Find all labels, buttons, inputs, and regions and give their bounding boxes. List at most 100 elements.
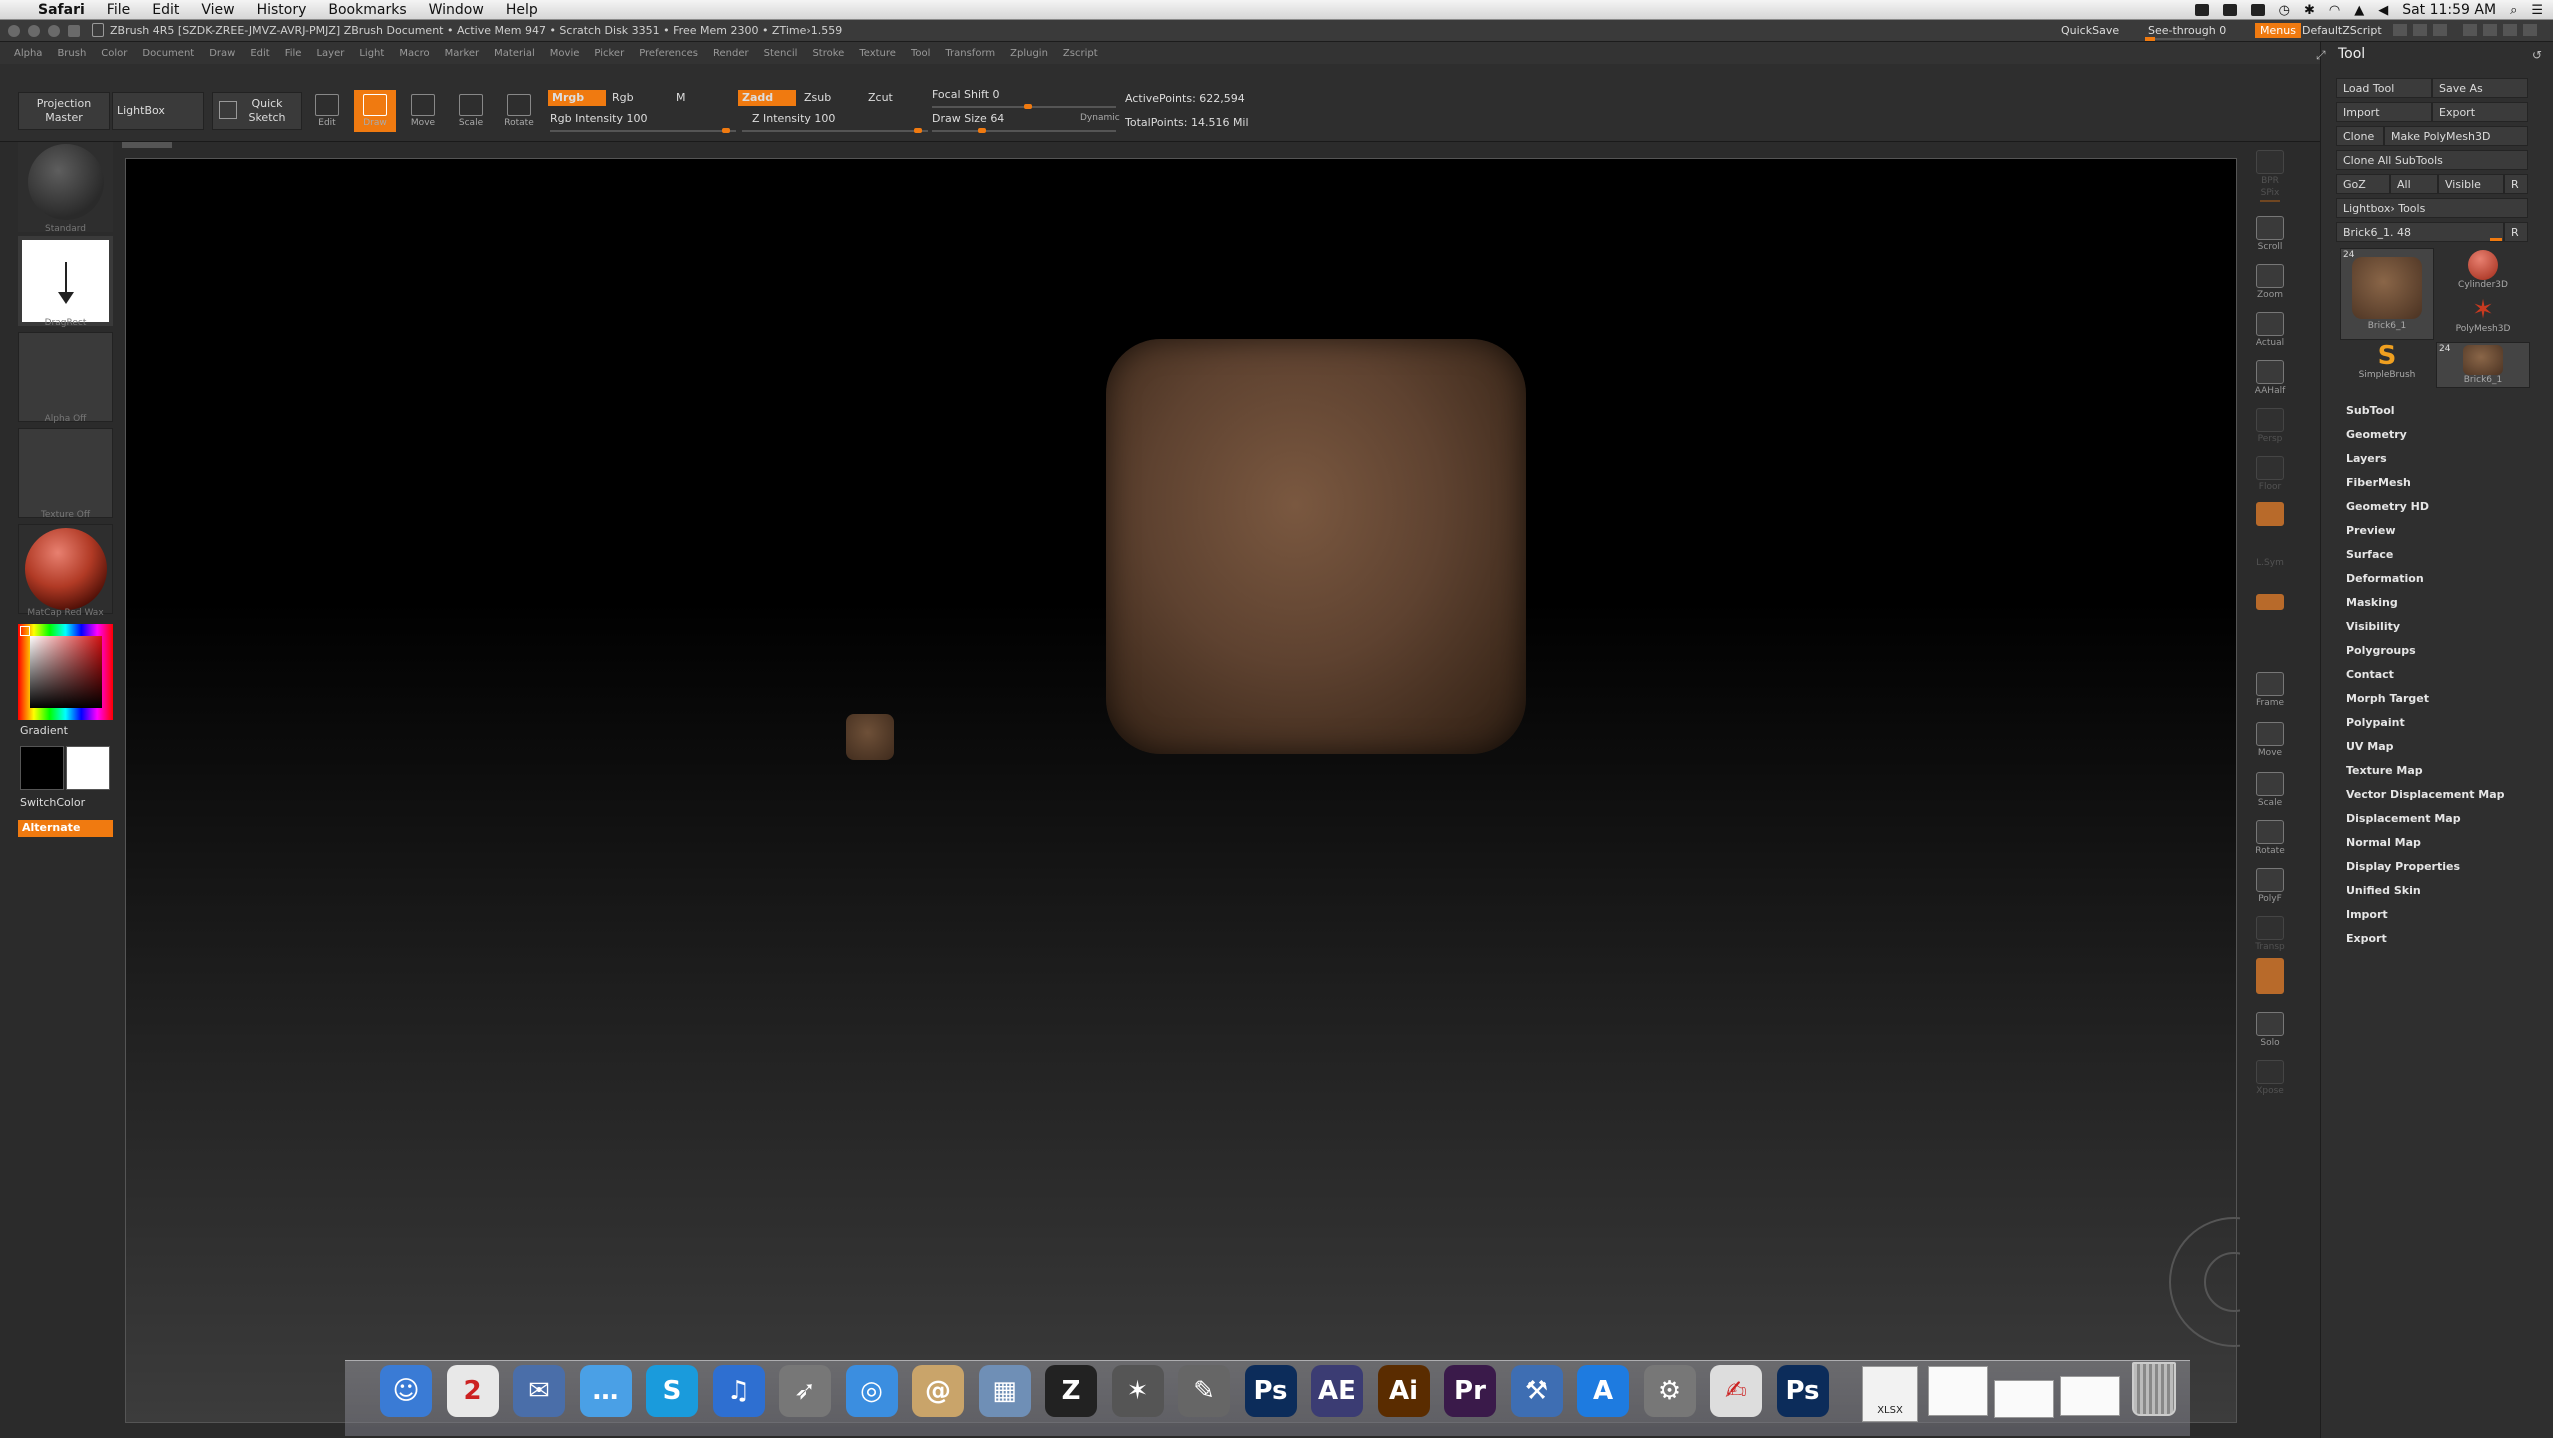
zmenu-marker[interactable]: Marker — [445, 48, 480, 59]
zoom-button[interactable]: Zoom — [2250, 262, 2290, 304]
dock-premiere-icon[interactable]: Pr — [1444, 1365, 1496, 1417]
tool-thumb-brick[interactable]: 24 Brick6_1 — [2340, 248, 2434, 340]
rgb-intensity-knob[interactable] — [722, 128, 730, 133]
focal-shift-track[interactable] — [932, 104, 1116, 109]
zmenu-picker[interactable]: Picker — [594, 48, 624, 59]
palette-close-icon[interactable]: ↺ — [2532, 48, 2542, 62]
frame-button[interactable]: Frame — [2250, 670, 2290, 712]
scale-tool-button[interactable]: Scale — [450, 90, 492, 132]
dock-textedit-icon[interactable]: ✍ — [1710, 1365, 1762, 1417]
section-surface[interactable]: Surface — [2346, 548, 2393, 561]
brick-mesh[interactable] — [1106, 339, 1526, 754]
dock-ical-icon[interactable]: 2 — [446, 1365, 499, 1417]
window-icon[interactable] — [2503, 24, 2517, 36]
section-fibermesh[interactable]: FiberMesh — [2346, 476, 2411, 489]
xyz-button[interactable] — [2250, 592, 2290, 614]
layout-icon[interactable] — [2413, 24, 2427, 36]
dock-messages-icon[interactable]: … — [579, 1365, 632, 1417]
menu-bookmarks[interactable]: Bookmarks — [328, 2, 406, 18]
scale-view-button[interactable]: Scale — [2250, 770, 2290, 812]
goz-all-button[interactable]: All — [2390, 174, 2438, 194]
dock-zbrush-icon[interactable]: Z — [1045, 1365, 1097, 1417]
quicksave-button[interactable]: QuickSave — [2055, 22, 2125, 39]
section-displacement-map[interactable]: Displacement Map — [2346, 812, 2461, 825]
wifi-icon[interactable]: ◠ — [2329, 3, 2340, 18]
dock-document[interactable] — [1994, 1380, 2054, 1418]
draw-size-knob[interactable] — [978, 128, 986, 133]
menus-button[interactable]: Menus — [2255, 23, 2301, 38]
section-morph-target[interactable]: Morph Target — [2346, 692, 2429, 705]
default-zscript-button[interactable]: DefaultZScript — [2296, 22, 2388, 39]
dock-document-xlsx[interactable]: XLSX — [1862, 1366, 1918, 1422]
tool-palette-title[interactable]: Tool — [2338, 46, 2365, 62]
ghost-button[interactable] — [2250, 956, 2290, 998]
zmenu-document[interactable]: Document — [142, 48, 194, 59]
dock-preview-icon[interactable]: ▦ — [978, 1365, 1031, 1417]
tool-thumb-polymesh[interactable]: ✶ PolyMesh3D — [2436, 296, 2530, 340]
z-intensity-slider[interactable]: Z Intensity 100 — [752, 112, 835, 125]
spix-slider[interactable]: SPix — [2250, 188, 2290, 210]
see-through-track[interactable] — [2145, 37, 2205, 41]
pin-icon[interactable]: ⤢ — [2316, 48, 2326, 63]
rotate-tool-button[interactable]: Rotate — [498, 90, 540, 132]
color-square[interactable] — [30, 636, 102, 708]
mrgb-button[interactable]: Mrgb — [548, 90, 606, 106]
zmenu-render[interactable]: Render — [713, 48, 749, 59]
bpr-button[interactable]: BPR — [2250, 148, 2290, 190]
dynamic-toggle[interactable]: Dynamic — [1080, 113, 1120, 123]
floor-button[interactable]: Floor — [2250, 454, 2290, 496]
rgb-button[interactable]: Rgb — [612, 91, 634, 104]
zmenu-brush[interactable]: Brush — [57, 48, 86, 59]
section-geometry-hd[interactable]: Geometry HD — [2346, 500, 2429, 513]
tray-icon[interactable] — [2194, 4, 2209, 16]
menu-edit[interactable]: Edit — [152, 2, 179, 18]
section-masking[interactable]: Masking — [2346, 596, 2398, 609]
dock-itunes-icon[interactable]: ♫ — [712, 1365, 765, 1417]
section-display-properties[interactable]: Display Properties — [2346, 860, 2460, 873]
dock-brush-app-icon[interactable]: ✎ — [1178, 1365, 1230, 1417]
zmenu-edit[interactable]: Edit — [250, 48, 269, 59]
layout-icon[interactable] — [2393, 24, 2407, 36]
tool-thumb-cylinder[interactable]: Cylinder3D — [2436, 248, 2530, 294]
time-machine-icon[interactable]: ◷ — [2279, 3, 2290, 18]
menu-window[interactable]: Window — [429, 2, 484, 18]
z-intensity-knob[interactable] — [914, 128, 922, 133]
layout-icon[interactable] — [68, 25, 80, 37]
zmenu-macro[interactable]: Macro — [399, 48, 429, 59]
canvas-viewport[interactable] — [125, 158, 2299, 1423]
minimize-icon[interactable] — [2463, 24, 2477, 36]
draw-size-slider[interactable]: Draw Size 64 — [932, 112, 1004, 125]
zsub-button[interactable]: Zsub — [804, 91, 831, 104]
load-tool-button[interactable]: Load Tool — [2336, 78, 2432, 98]
current-tool-knob[interactable] — [2490, 238, 2502, 241]
menu-history[interactable]: History — [257, 2, 307, 18]
section-preview[interactable]: Preview — [2346, 524, 2396, 537]
focal-shift-knob[interactable] — [1024, 104, 1032, 109]
persp-button[interactable]: Persp — [2250, 406, 2290, 448]
edit-tool-button[interactable]: Edit — [306, 90, 348, 132]
dock-after-effects-icon[interactable]: AE — [1311, 1365, 1363, 1417]
section-import[interactable]: Import — [2346, 908, 2388, 921]
dock-illustrator-icon[interactable]: Ai — [1377, 1365, 1430, 1417]
lightbox-button[interactable]: LightBox — [112, 92, 204, 130]
move-view-button[interactable]: Move — [2250, 720, 2290, 762]
local-button[interactable] — [2250, 500, 2290, 542]
main-color-swatch[interactable] — [20, 746, 64, 790]
zcut-button[interactable]: Zcut — [868, 91, 893, 104]
clone-button[interactable]: Clone — [2336, 126, 2384, 146]
z-intensity-track[interactable] — [742, 128, 928, 133]
zmenu-zscript[interactable]: Zscript — [1063, 48, 1098, 59]
current-tool-r-button[interactable]: R — [2504, 222, 2528, 242]
dock-app-store-icon[interactable]: A — [1577, 1365, 1629, 1417]
zmenu-tool[interactable]: Tool — [911, 48, 930, 59]
dock-photoshop-2-icon[interactable]: Ps — [1776, 1365, 1829, 1417]
zmenu-material[interactable]: Material — [494, 48, 535, 59]
dock-address-book-icon[interactable]: @ — [912, 1365, 964, 1417]
menu-help[interactable]: Help — [506, 2, 538, 18]
menu-file[interactable]: File — [107, 2, 130, 18]
goz-button[interactable]: GoZ — [2336, 174, 2390, 194]
stroke-slot[interactable] — [18, 236, 113, 326]
solo-button[interactable]: Solo — [2250, 1010, 2290, 1052]
secondary-color-swatch[interactable] — [66, 746, 110, 790]
transp-button[interactable]: Transp — [2250, 914, 2290, 956]
